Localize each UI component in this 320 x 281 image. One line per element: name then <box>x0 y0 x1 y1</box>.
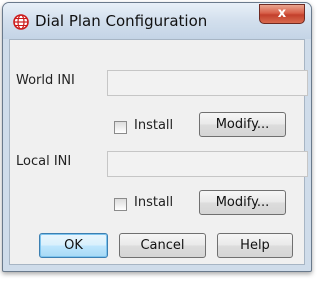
world-ini-field[interactable] <box>107 70 308 96</box>
ok-button[interactable]: OK <box>39 233 108 258</box>
world-ini-install-label: Install <box>134 118 174 133</box>
world-ini-install-checkbox[interactable] <box>114 121 127 134</box>
local-ini-field[interactable] <box>107 151 308 177</box>
dialog-content: World INI Install Modify... Local INI In… <box>9 39 308 265</box>
cancel-button[interactable]: Cancel <box>119 233 206 258</box>
globe-icon <box>13 14 29 30</box>
title-bar[interactable]: Dial Plan Configuration x <box>3 3 311 39</box>
help-button[interactable]: Help <box>217 233 293 258</box>
dialog-window: Dial Plan Configuration x World INI Inst… <box>2 2 312 272</box>
local-ini-label: Local INI <box>16 154 72 169</box>
world-ini-label: World INI <box>16 73 75 88</box>
close-icon: x <box>277 6 287 21</box>
local-ini-modify-button[interactable]: Modify... <box>199 190 286 215</box>
local-ini-install-checkbox[interactable] <box>114 198 127 211</box>
local-ini-install-label: Install <box>134 195 174 210</box>
window-title: Dial Plan Configuration <box>35 12 208 30</box>
close-button[interactable]: x <box>259 4 305 24</box>
world-ini-modify-button[interactable]: Modify... <box>199 112 286 137</box>
